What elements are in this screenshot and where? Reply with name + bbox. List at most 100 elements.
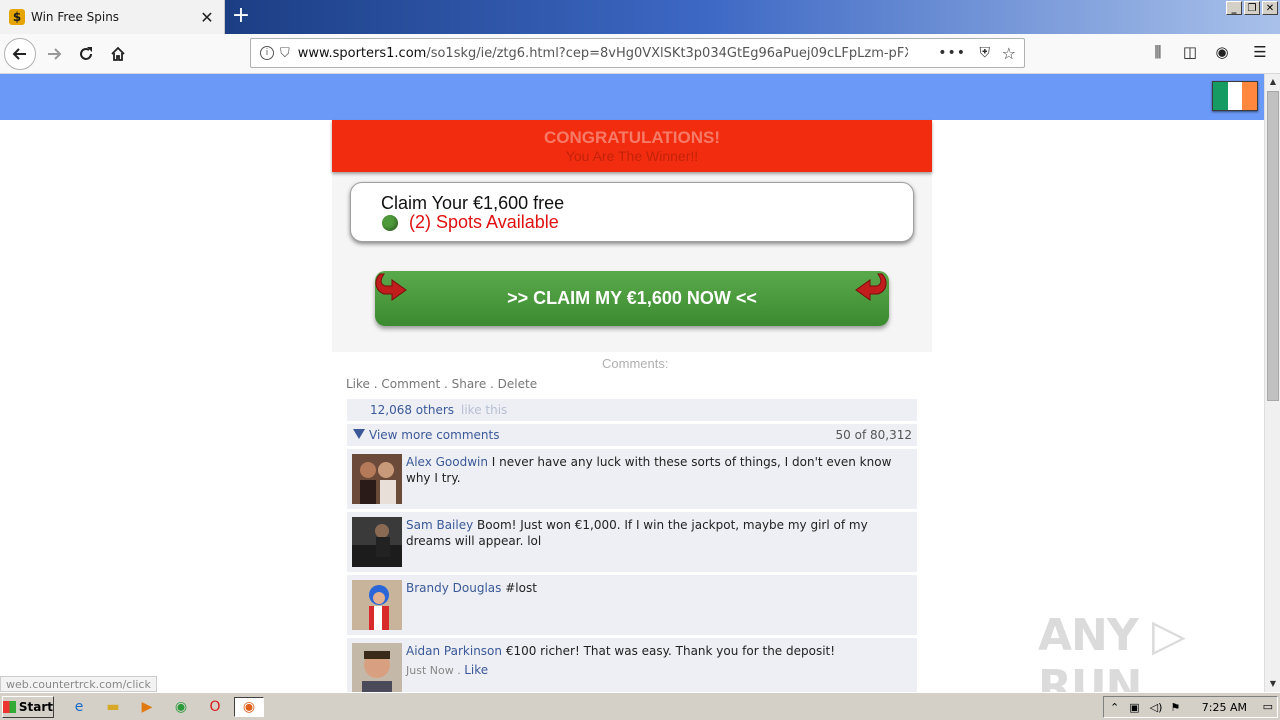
- address-bar[interactable]: i ⛉ www.sporters1.com/so1skg/ie/ztg6.htm…: [250, 38, 1025, 68]
- firefox-icon[interactable]: ◉: [234, 697, 264, 717]
- start-button[interactable]: Start: [2, 696, 54, 718]
- spots-available-text: (2) Spots Available: [409, 212, 559, 232]
- clock: 7:25 AM: [1201, 701, 1247, 714]
- congratulations-banner: CONGRATULATIONS! You Are The Winner!!: [332, 120, 932, 172]
- comment-like-link[interactable]: Like: [464, 663, 488, 677]
- triangle-down-icon: [353, 429, 365, 439]
- dollar-favicon-icon: $: [9, 9, 25, 25]
- forward-button[interactable]: [38, 38, 70, 70]
- comment-item: Alex Goodwin I never have any luck with …: [347, 449, 917, 509]
- likes-suffix: like this: [461, 403, 508, 417]
- avatar: [352, 454, 402, 504]
- commenter-name[interactable]: Aidan Parkinson: [406, 644, 502, 658]
- avatar: [352, 517, 402, 567]
- prize-panel: CONGRATULATIONS! You Are The Winner!! Cl…: [332, 120, 932, 352]
- commenter-name[interactable]: Alex Goodwin: [406, 455, 488, 469]
- reload-icon: [80, 47, 92, 60]
- tracking-protection-icon[interactable]: ⛉: [280, 46, 290, 61]
- back-button[interactable]: [4, 38, 36, 70]
- claim-box: Claim Your €1,600 free (2) Spots Availab…: [350, 182, 914, 242]
- scroll-down-icon[interactable]: ▼: [1265, 676, 1280, 692]
- network-icon[interactable]: ▣: [1129, 701, 1139, 714]
- close-tab-icon[interactable]: ✕: [196, 8, 218, 27]
- url-text[interactable]: www.sporters1.com/so1skg/ie/ztg6.html?ce…: [298, 46, 908, 61]
- comment-body: €100 richer! That was easy. Thank you fo…: [502, 644, 836, 658]
- comment-body: Boom! Just won €1,000. If I win the jack…: [406, 518, 868, 548]
- flag-notification-icon[interactable]: ⚑: [1170, 701, 1180, 714]
- comment-item: Aidan Parkinson €100 richer! That was ea…: [347, 638, 917, 692]
- comment-text: Sam Bailey Boom! Just won €1,000. If I w…: [406, 517, 911, 549]
- header-bar: [0, 74, 1264, 120]
- tab-title: Win Free Spins: [31, 10, 120, 24]
- commenter-name[interactable]: Sam Bailey: [406, 518, 473, 532]
- new-tab-button[interactable]: +: [230, 4, 252, 28]
- page-actions-menu-icon[interactable]: •••: [938, 45, 966, 61]
- browser-tab[interactable]: $ Win Free Spins ✕: [0, 0, 225, 34]
- window-controls: _ ❐ ✕: [1226, 1, 1278, 15]
- sidebar-icon[interactable]: ◫: [1180, 43, 1200, 63]
- close-window-button[interactable]: ✕: [1262, 1, 1278, 15]
- bookmark-star-icon[interactable]: ☆: [1002, 44, 1016, 63]
- minimize-button[interactable]: _: [1226, 1, 1242, 15]
- avatar: [352, 580, 402, 630]
- tray-expand-icon[interactable]: ⌃: [1110, 701, 1119, 714]
- comment-text: Alex Goodwin I never have any luck with …: [406, 454, 911, 486]
- windows-taskbar: Start e ▬ ▶ ◉ O ◉ ⌃ ▣ ◁) ⚑ 7:25 AM ▭: [0, 692, 1280, 720]
- green-status-dot-icon: [382, 215, 398, 231]
- ireland-flag-icon: [1212, 81, 1258, 111]
- claim-now-button[interactable]: >> CLAIM MY €1,600 NOW <<: [375, 271, 889, 326]
- site-info-icon[interactable]: i: [260, 46, 274, 60]
- view-more-comments-link[interactable]: View more comments: [369, 428, 499, 442]
- scroll-up-icon[interactable]: ▲: [1265, 74, 1280, 90]
- url-domain: www.sporters1.com: [297, 45, 427, 61]
- comment-item: Brandy Douglas #lost: [347, 575, 917, 635]
- reload-button[interactable]: [70, 38, 102, 70]
- account-icon[interactable]: ◉: [1212, 43, 1232, 63]
- volume-icon[interactable]: ◁): [1150, 701, 1163, 714]
- internet-explorer-icon[interactable]: e: [68, 697, 90, 717]
- likes-count-link[interactable]: 12,068 others: [370, 403, 454, 417]
- comment-meta: Just Now . Like: [406, 663, 488, 677]
- title-bar: $ Win Free Spins ✕ + _ ❐ ✕: [0, 0, 1280, 34]
- back-arrow-icon: [12, 48, 26, 60]
- comment-item: Sam Bailey Boom! Just won €1,000. If I w…: [347, 512, 917, 572]
- vertical-scrollbar[interactable]: ▲ ▼: [1264, 74, 1280, 692]
- show-desktop-icon[interactable]: ▭: [1263, 700, 1273, 713]
- anyrun-watermark: ANY ▷ RUN: [1038, 610, 1186, 692]
- hamburger-menu-icon[interactable]: ☰: [1250, 43, 1270, 63]
- scrollbar-thumb[interactable]: [1267, 91, 1279, 401]
- chrome-icon[interactable]: ◉: [170, 697, 192, 717]
- flag-stripe-white: [1227, 82, 1243, 110]
- comment-count: 50 of 80,312: [835, 428, 912, 442]
- home-icon: [111, 46, 125, 61]
- curved-arrow-right-icon: [855, 273, 887, 301]
- flag-stripe-orange: [1242, 82, 1258, 110]
- comment-text: Brandy Douglas #lost: [406, 580, 911, 596]
- system-tray: ⌃ ▣ ◁) ⚑ 7:25 AM ▭: [1103, 696, 1278, 718]
- comment-time: Just Now: [406, 664, 454, 677]
- commenter-name[interactable]: Brandy Douglas: [406, 581, 501, 595]
- congrats-subheading: You Are The Winner!!: [565, 148, 699, 164]
- restore-button[interactable]: ❐: [1244, 1, 1260, 15]
- forward-arrow-icon: [48, 48, 62, 60]
- home-button[interactable]: [102, 38, 134, 70]
- folder-icon[interactable]: ▬: [102, 697, 124, 717]
- windows-logo-icon: [3, 701, 16, 713]
- page-viewport: CONGRATULATIONS! You Are The Winner!! Cl…: [0, 74, 1264, 692]
- comment-body: #lost: [501, 581, 537, 595]
- post-actions[interactable]: Like . Comment . Share . Delete: [346, 377, 537, 391]
- claim-text: Claim Your €1,600 free: [381, 193, 565, 213]
- avatar: [352, 643, 402, 692]
- view-more-row[interactable]: View more comments 50 of 80,312: [347, 424, 917, 446]
- comment-text: Aidan Parkinson €100 richer! That was ea…: [406, 643, 911, 659]
- opera-icon[interactable]: O: [204, 697, 226, 717]
- media-player-icon[interactable]: ▶: [136, 697, 158, 717]
- library-icon[interactable]: ⫼: [1148, 43, 1168, 63]
- pocket-icon[interactable]: ⛨: [980, 45, 991, 61]
- curved-arrow-left-icon: [375, 273, 407, 301]
- url-path: /so1skg/ie/ztg6.html?cep=8vHg0VXlSKt3p03…: [426, 45, 907, 61]
- navigation-toolbar: i ⛉ www.sporters1.com/so1skg/ie/ztg6.htm…: [0, 34, 1280, 74]
- status-bar-url: web.countertrck.com/click: [0, 676, 157, 692]
- likes-row: 12,068 others like this: [347, 399, 917, 421]
- start-label: Start: [18, 700, 53, 714]
